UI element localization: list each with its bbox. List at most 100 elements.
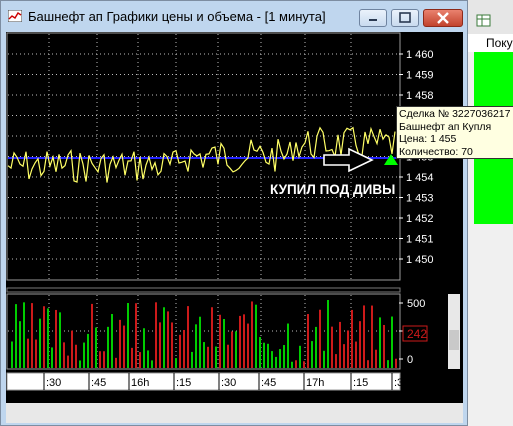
volume-bar — [179, 334, 181, 368]
price-tick-label: 1 450 — [406, 254, 434, 266]
volume-bar — [163, 307, 165, 368]
volume-bar — [303, 361, 305, 368]
volume-bar — [327, 300, 329, 368]
volume-bar — [143, 328, 145, 368]
volume-bar — [55, 309, 57, 368]
volume-bar — [119, 319, 121, 368]
volume-bar — [15, 304, 17, 368]
volume-bar — [283, 345, 285, 368]
volume-bar — [175, 358, 177, 368]
volume-bar — [383, 324, 385, 368]
volume-bar — [219, 314, 221, 368]
volume-bar — [371, 305, 373, 368]
annotation-text: КУПИЛ ПОД ДИВЫ — [270, 182, 395, 197]
tooltip-line: Количество: 70 — [399, 145, 473, 158]
volume-bar — [287, 323, 289, 368]
price-tick-label: 1 458 — [406, 90, 434, 102]
volume-bar — [379, 317, 381, 368]
volume-bar — [115, 357, 117, 368]
maximize-icon — [399, 12, 411, 23]
volume-bar — [31, 303, 33, 368]
status-bar — [6, 403, 463, 423]
price-tick-label: 1 454 — [406, 172, 434, 184]
volume-bar — [275, 356, 277, 368]
volume-bar — [359, 321, 361, 368]
volume-bar — [155, 302, 157, 368]
tooltip-line: Башнефт ап Купля — [399, 120, 492, 133]
title-bar[interactable]: Башнефт ап Графики цены и объема - [1 ми… — [1, 1, 467, 31]
time-tick-label: :15 — [353, 377, 368, 389]
volume-bar — [311, 341, 313, 368]
price-tick-label: 1 451 — [406, 234, 434, 246]
volume-bar — [307, 314, 309, 368]
volume-bar — [23, 302, 25, 368]
volume-scrollbar-thumb[interactable] — [449, 330, 459, 350]
volume-bar — [391, 316, 393, 368]
volume-bar — [295, 360, 297, 368]
volume-bar — [103, 351, 105, 368]
volume-bar — [247, 323, 249, 368]
chart-app-icon — [8, 10, 22, 22]
volume-bar — [51, 347, 53, 368]
volume-bar — [187, 306, 189, 368]
volume-bar — [139, 352, 141, 368]
volume-bar — [11, 341, 13, 368]
volume-bar — [79, 360, 81, 368]
volume-bar — [375, 349, 377, 368]
volume-bar — [259, 337, 261, 368]
volume-bar — [123, 325, 125, 368]
volume-bar — [367, 360, 369, 368]
minimize-button[interactable] — [359, 9, 387, 27]
volume-bar — [99, 351, 101, 368]
volume-bar — [127, 303, 129, 368]
volume-bar — [27, 338, 29, 368]
time-tick-label: 17h — [306, 377, 324, 389]
volume-bar — [159, 322, 161, 368]
grid-icon[interactable] — [476, 14, 492, 28]
price-tick-label: 1 453 — [406, 193, 434, 205]
volume-bar — [363, 305, 365, 368]
volume-bar — [171, 322, 173, 368]
side-panel: Поку — [468, 0, 513, 426]
volume-bar — [195, 324, 197, 368]
volume-bar — [251, 301, 253, 368]
volume-tick-label: 500 — [407, 298, 425, 310]
time-tick-label: :45 — [261, 377, 276, 389]
price-tick-label: 1 460 — [406, 49, 434, 61]
volume-bar — [267, 343, 269, 368]
maximize-button[interactable] — [391, 9, 419, 27]
time-tick-label: :15 — [176, 377, 191, 389]
time-axis[interactable] — [6, 372, 401, 391]
volume-bar — [135, 303, 137, 368]
close-button[interactable] — [423, 9, 463, 27]
volume-bar — [95, 327, 97, 368]
volume-bar — [255, 304, 257, 368]
volume-bar — [235, 331, 237, 368]
volume-bar — [107, 326, 109, 368]
volume-bar — [263, 342, 265, 368]
panel-separator[interactable] — [6, 287, 401, 293]
volume-bar — [191, 351, 193, 368]
volume-bar — [203, 342, 205, 368]
volume-bar — [239, 315, 241, 368]
volume-bar — [223, 318, 225, 368]
volume-bar — [215, 346, 217, 368]
volume-bar — [319, 309, 321, 368]
volume-bar — [39, 318, 41, 368]
volume-bar — [227, 344, 229, 368]
volume-bar — [167, 311, 169, 368]
chart-window: Башнефт ап Графики цены и объема - [1 ми… — [0, 0, 513, 426]
chart-canvas[interactable]: 1 4601 4591 4581 4571 4561 4551 4541 453… — [6, 32, 463, 403]
volume-bar — [211, 307, 213, 368]
time-tick-label: :30 — [46, 377, 61, 389]
side-panel-header[interactable]: Поку — [468, 34, 513, 52]
volume-bar — [63, 342, 65, 368]
volume-bar — [199, 316, 201, 368]
volume-bar — [331, 326, 333, 368]
chart-area: 1 4601 4591 4581 4571 4561 4551 4541 453… — [6, 32, 513, 403]
volume-bar — [43, 306, 45, 368]
volume-tick-label: 0 — [407, 354, 413, 366]
volume-bar — [83, 342, 85, 368]
tooltip-line: Цена: 1 455 — [399, 133, 457, 145]
volume-bar — [243, 314, 245, 368]
